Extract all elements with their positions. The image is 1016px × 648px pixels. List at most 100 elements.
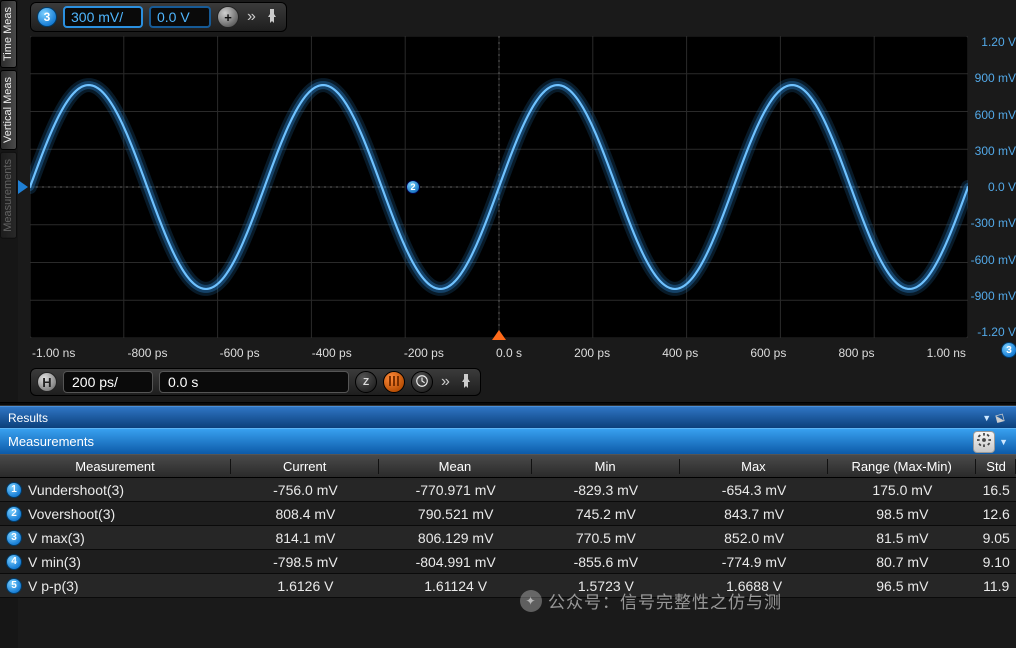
waveform-channel-marker[interactable]: 2 <box>406 180 420 194</box>
cell-max: 852.0 mV <box>680 530 828 546</box>
measurement-name: V min(3) <box>28 554 81 570</box>
trigger-position-handle[interactable] <box>492 330 506 340</box>
time-mode-button[interactable] <box>411 371 433 393</box>
cell-range: 96.5 mV <box>828 578 976 594</box>
cell-min: -829.3 mV <box>532 482 680 498</box>
clock-icon <box>415 374 429 391</box>
haxis-label: 600 ps <box>750 346 786 360</box>
waveform-display[interactable]: 2 <box>30 36 968 338</box>
vaxis-label: -300 mV <box>970 217 1016 229</box>
measurement-name: V max(3) <box>28 530 85 546</box>
cell-std: 9.10 <box>976 554 1016 570</box>
vaxis-label: 300 mV <box>970 145 1016 157</box>
col-current[interactable]: Current <box>231 459 379 474</box>
col-mean[interactable]: Mean <box>379 459 531 474</box>
channel-offset-field[interactable]: 0.0 V <box>149 6 211 28</box>
row-badge: 5 <box>6 578 22 594</box>
cell-current: 1.6126 V <box>231 578 379 594</box>
zoom-button[interactable]: Z <box>355 371 377 393</box>
horizontal-badge[interactable]: H <box>37 372 57 392</box>
cell-current: 808.4 mV <box>231 506 379 522</box>
haxis-label: -1.00 ns <box>32 346 75 360</box>
col-max[interactable]: Max <box>680 459 828 474</box>
row-badge: 4 <box>6 554 22 570</box>
haxis-label: 1.00 ns <box>927 346 966 360</box>
cell-std: 16.5 <box>976 482 1016 498</box>
gear-icon <box>977 433 991 450</box>
results-title: Results <box>8 411 48 425</box>
col-std[interactable]: Std <box>976 459 1016 474</box>
measurements-settings-button[interactable] <box>973 431 995 453</box>
dropdown-icon[interactable]: ▼ <box>999 437 1008 447</box>
haxis-label: -400 ps <box>312 346 352 360</box>
pin-icon[interactable] <box>458 374 474 391</box>
tab-vertical-meas[interactable]: Vertical Meas <box>0 70 17 150</box>
horizontal-delay-field[interactable]: 0.0 s <box>159 371 349 393</box>
col-measurement[interactable]: Measurement <box>0 459 231 474</box>
vaxis-label: 900 mV <box>970 72 1016 84</box>
cell-max: -654.3 mV <box>680 482 828 498</box>
table-row[interactable]: 3 V max(3) 814.1 mV806.129 mV770.5 mV852.0… <box>0 526 1016 550</box>
timebase-toolbar: H 200 ps/ 0.0 s Z » <box>30 368 481 396</box>
pin-icon[interactable]: ⬙ <box>993 409 1008 426</box>
measurements-title: Measurements <box>8 434 94 449</box>
cell-range: 81.5 mV <box>828 530 976 546</box>
collapse-icon[interactable]: ▼ <box>982 413 991 423</box>
vaxis-label: -900 mV <box>970 290 1016 302</box>
table-row[interactable]: 5V p-p(3)1.6126 V1.61124 V1.5723 V1.6688… <box>0 574 1016 598</box>
haxis-label: 400 ps <box>662 346 698 360</box>
col-range[interactable]: Range (Max-Min) <box>828 459 976 474</box>
cell-std: 11.9 <box>976 578 1016 594</box>
cell-min: 745.2 mV <box>532 506 680 522</box>
cell-max: -774.9 mV <box>680 554 828 570</box>
table-row[interactable]: 2Vovershoot(3)808.4 mV790.521 mV745.2 mV… <box>0 502 1016 526</box>
cell-std: 9.05 <box>976 530 1016 546</box>
vaxis-label: 1.20 V <box>970 36 1016 48</box>
cell-mean: -804.991 mV <box>380 554 532 570</box>
segment-icon <box>388 375 400 390</box>
table-header-row: Measurement Current Mean Min Max Range (… <box>0 454 1016 478</box>
zoom-icon: Z <box>363 377 369 388</box>
measurement-name: V p-p(3) <box>28 578 79 594</box>
cell-max: 843.7 mV <box>680 506 828 522</box>
cell-min: -855.6 mV <box>532 554 680 570</box>
time-per-div-field[interactable]: 200 ps/ <box>63 371 153 393</box>
memory-segment-button[interactable] <box>383 371 405 393</box>
cell-max: 1.6688 V <box>680 578 828 594</box>
vaxis-label: -600 mV <box>970 254 1016 266</box>
haxis-label: -200 ps <box>404 346 444 360</box>
ground-reference-handle[interactable] <box>18 180 28 194</box>
cell-current: -756.0 mV <box>231 482 379 498</box>
cell-current: 814.1 mV <box>231 530 379 546</box>
tab-measurements[interactable]: Measurements <box>0 152 17 239</box>
channel-badge-small[interactable]: 3 <box>1001 342 1016 358</box>
expand-timebase-icon[interactable]: » <box>439 373 452 391</box>
cell-min: 1.5723 V <box>532 578 680 594</box>
volts-per-div-field[interactable]: 300 mV/ <box>63 6 143 28</box>
haxis-label: -800 ps <box>127 346 167 360</box>
expand-toolbar-icon[interactable]: » <box>245 8 258 26</box>
vaxis-label: 600 mV <box>970 109 1016 121</box>
add-channel-button[interactable]: + <box>217 6 239 28</box>
cell-current: -798.5 mV <box>231 554 379 570</box>
results-panel-header[interactable]: Results ▼ ⬙ <box>0 406 1016 428</box>
vaxis-label: -1.20 V <box>970 326 1016 338</box>
pin-icon[interactable] <box>264 9 280 26</box>
row-badge: 1 <box>6 482 22 498</box>
cell-mean: -770.971 mV <box>380 482 532 498</box>
cell-mean: 806.129 mV <box>380 530 532 546</box>
col-min[interactable]: Min <box>532 459 680 474</box>
table-row[interactable]: 1 Vundershoot(3) -756.0 mV-770.971 mV-829.… <box>0 478 1016 502</box>
horizontal-axis-labels: -1.00 ns-800 ps-600 ps-400 ps-200 ps0.0 … <box>30 342 968 364</box>
cell-range: 80.7 mV <box>828 554 976 570</box>
tab-time-meas[interactable]: Time Meas <box>0 0 17 68</box>
measurements-panel-header[interactable]: Measurements ▼ <box>0 428 1016 454</box>
cell-min: 770.5 mV <box>532 530 680 546</box>
plus-icon: + <box>224 10 232 25</box>
row-badge: 3 <box>6 530 22 546</box>
channel-toolbar: 3 300 mV/ 0.0 V + » <box>30 2 287 32</box>
table-row[interactable]: 4 V min(3) -798.5 mV-804.991 mV-855.6 mV-7… <box>0 550 1016 574</box>
cell-range: 175.0 mV <box>828 482 976 498</box>
channel-badge[interactable]: 3 <box>37 7 57 27</box>
measurement-name: Vundershoot(3) <box>28 482 124 498</box>
